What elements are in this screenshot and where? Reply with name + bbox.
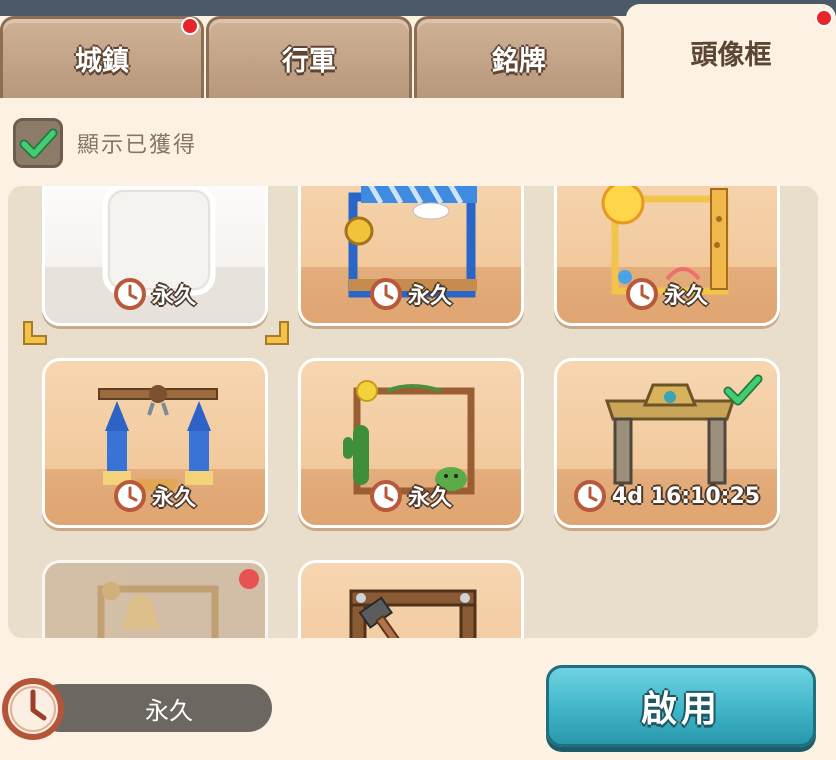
selection-corner-icon <box>23 321 47 345</box>
frame-card-hammer[interactable] <box>298 560 524 638</box>
show-owned-filter[interactable]: 顯示已獲得 <box>13 118 197 168</box>
selection-corner-icon <box>265 321 289 345</box>
show-owned-checkbox[interactable] <box>13 118 63 168</box>
clock-icon <box>113 278 146 310</box>
frame-card-empty[interactable]: 永久 <box>42 186 268 326</box>
frame-duration: 永久 <box>151 284 196 309</box>
frame-duration: 永久 <box>663 284 708 309</box>
tab-nameplate-label: 銘牌 <box>492 46 546 77</box>
frame-card-bell[interactable] <box>42 560 268 638</box>
hammer-frame-image <box>349 589 477 638</box>
frame-duration: 4d 16:10:25 <box>611 483 761 509</box>
checkmark-icon <box>19 128 58 159</box>
notification-dot <box>181 17 199 35</box>
frame-duration: 永久 <box>407 284 452 309</box>
notification-dot <box>815 9 833 27</box>
frame-grid: 永久 永久 永久 永久 永久 4d 16:10:25 <box>8 186 818 638</box>
clock-icon <box>573 480 606 512</box>
frame-duration: 永久 <box>151 486 196 511</box>
clock-icon <box>625 278 658 310</box>
tab-avatar-frame-label: 頭像框 <box>690 40 772 71</box>
tab-town[interactable]: 城鎮 <box>0 16 204 98</box>
bell-frame-image <box>97 582 219 638</box>
frame-card-blue-medal[interactable]: 永久 <box>298 186 524 326</box>
show-owned-label: 顯示已獲得 <box>77 133 198 158</box>
frame-card-sun-giraffe[interactable]: 永久 <box>554 186 780 326</box>
tab-town-label: 城鎮 <box>75 46 129 77</box>
category-tabs: 城鎮 行軍 銘牌 頭像框 <box>0 4 836 98</box>
enable-button[interactable]: 啟用 <box>546 665 816 747</box>
selected-duration-text: 永久 <box>145 696 193 725</box>
tab-nameplate[interactable]: 銘牌 <box>414 16 624 98</box>
clock-icon <box>113 480 146 512</box>
equipped-check-icon <box>723 374 763 406</box>
notification-dot <box>239 569 259 589</box>
frame-card-golden-gate[interactable]: 4d 16:10:25 <box>554 358 780 528</box>
clock-icon <box>369 278 402 310</box>
frame-card-cactus[interactable]: 永久 <box>298 358 524 528</box>
frame-duration: 永久 <box>407 486 452 511</box>
clock-icon <box>2 678 64 740</box>
frame-card-blue-towers[interactable]: 永久 <box>42 358 268 528</box>
tab-avatar-frame[interactable]: 頭像框 <box>626 4 836 98</box>
selected-duration: 永久 <box>36 684 272 732</box>
tab-march[interactable]: 行軍 <box>206 16 412 98</box>
enable-button-label: 啟用 <box>640 689 721 730</box>
tab-march-label: 行軍 <box>282 46 336 77</box>
clock-icon <box>369 480 402 512</box>
